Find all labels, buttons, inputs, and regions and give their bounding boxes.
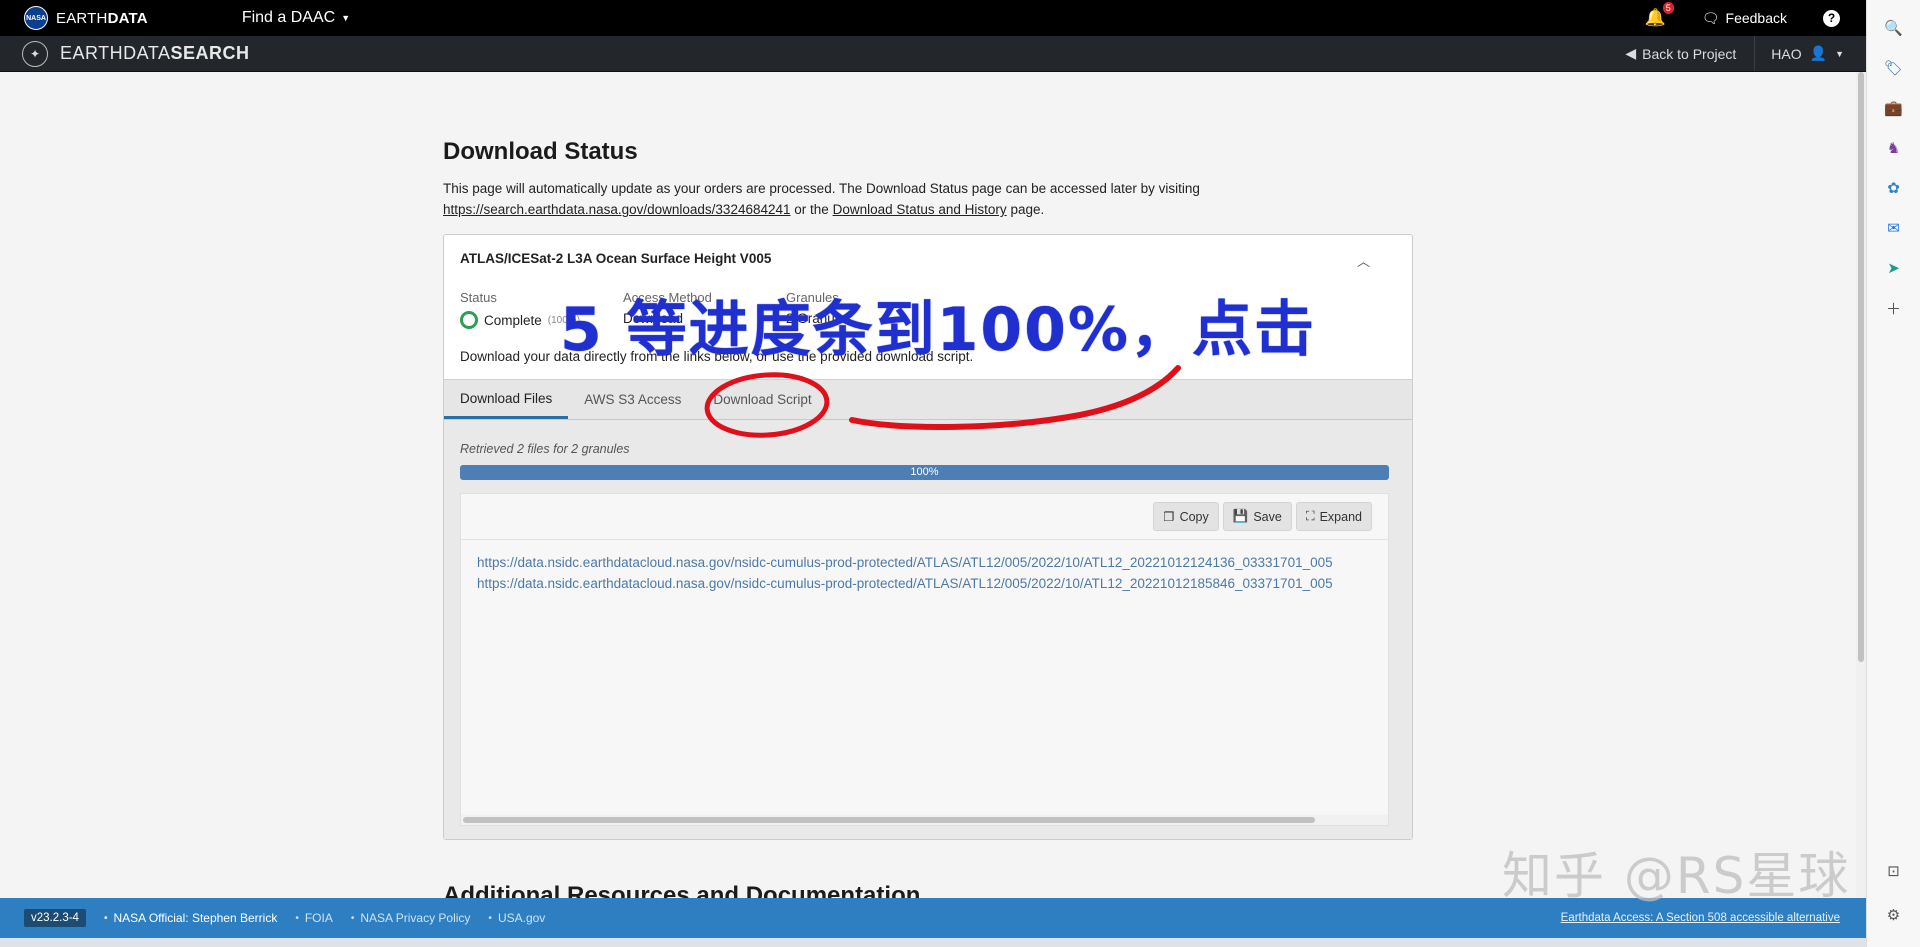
app-title-light: EARTHDATA bbox=[60, 43, 171, 63]
or-the-text: or the bbox=[794, 202, 829, 217]
games-icon[interactable]: ♞ bbox=[1884, 138, 1904, 158]
copy-button[interactable]: ❐ Copy bbox=[1153, 502, 1219, 531]
bullet-icon: • bbox=[295, 912, 299, 924]
user-menu-button[interactable]: HAO 👤 ▼ bbox=[1755, 45, 1866, 62]
main-content: Download Status This page will automatic… bbox=[443, 72, 1413, 840]
tab-download-files[interactable]: Download Files bbox=[444, 380, 569, 419]
save-button[interactable]: 💾 Save bbox=[1222, 502, 1292, 531]
intro-text: This page will automatically update as y… bbox=[443, 181, 1200, 196]
notifications-bell-icon[interactable]: 🔔 5 bbox=[1645, 2, 1674, 28]
privacy-policy-link[interactable]: NASA Privacy Policy bbox=[360, 911, 470, 925]
brand-light: EARTH bbox=[56, 9, 108, 27]
bullet-icon: • bbox=[488, 912, 492, 924]
browser-side-panel: 🔍 🏷 💼 ♞ ✿ ✉ ➤ ＋ ⊡ ⚙ bbox=[1866, 0, 1920, 947]
annotation-text: 5 等进度条到100%，点击 bbox=[560, 295, 1316, 365]
help-icon[interactable]: ? bbox=[1823, 9, 1840, 27]
search-icon[interactable]: 🔍 bbox=[1884, 18, 1904, 38]
chevron-up-icon[interactable]: ︿ bbox=[1357, 251, 1370, 270]
expand-button[interactable]: ⛶ Expand bbox=[1295, 502, 1372, 531]
outlook-icon[interactable]: ✉ bbox=[1884, 218, 1904, 238]
back-label: Back to Project bbox=[1642, 45, 1737, 62]
copy-label: Copy bbox=[1179, 509, 1209, 524]
bullet-icon: • bbox=[350, 912, 355, 924]
save-label: Save bbox=[1253, 509, 1282, 524]
earthdata-search-logo-icon[interactable]: ✦ bbox=[22, 40, 48, 67]
user-icon: 👤 bbox=[1809, 45, 1828, 61]
progress-bar-fill: 100% bbox=[460, 465, 1389, 480]
settings-gear-icon[interactable]: ⚙ bbox=[1884, 905, 1904, 925]
add-icon[interactable]: ＋ bbox=[1884, 298, 1904, 318]
send-icon[interactable]: ➤ bbox=[1884, 258, 1904, 278]
nasa-logo-icon[interactable]: NASA bbox=[24, 6, 48, 30]
app-title-bold: SEARCH bbox=[170, 43, 250, 63]
feedback-button[interactable]: 🗨 Feedback bbox=[1702, 10, 1787, 27]
caret-down-icon: ▼ bbox=[1835, 48, 1844, 59]
page-title: Download Status bbox=[443, 138, 638, 165]
download-link[interactable]: https://data.nsidc.earthdatacloud.nasa.g… bbox=[477, 573, 1372, 594]
page-word: page. bbox=[1010, 202, 1045, 217]
retrieved-files-text: Retrieved 2 files for 2 granules bbox=[460, 442, 630, 456]
screenshot-icon[interactable]: ⊡ bbox=[1884, 861, 1904, 881]
tab-aws-s3-access[interactable]: AWS S3 Access bbox=[568, 380, 697, 419]
earthdata-search-appbar: ✦ EARTHDATASEARCH ◀ Back to Project HAO 👤 ▼ bbox=[0, 36, 1866, 72]
horizontal-scroll-thumb[interactable] bbox=[463, 817, 1315, 823]
accessible-alternative-link[interactable]: Earthdata Access: A Section 508 accessib… bbox=[1561, 912, 1840, 924]
complete-ring-icon bbox=[460, 311, 478, 329]
intro-paragraph: This page will automatically update as y… bbox=[443, 178, 1413, 220]
earthdata-brand[interactable]: EARTHDATA bbox=[56, 10, 148, 27]
copilot-icon[interactable]: ✿ bbox=[1884, 178, 1904, 198]
download-links-box: ❐ Copy 💾 Save ⛶ Expand https://data.nsidc.e… bbox=[460, 493, 1389, 826]
expand-icon: ⛶ bbox=[1305, 509, 1315, 523]
find-daac-dropdown[interactable]: Find a DAAC ▼ bbox=[242, 9, 350, 27]
app-title[interactable]: EARTHDATASEARCH bbox=[60, 43, 250, 64]
additional-resources-heading: Additional Resources and Documentation bbox=[443, 882, 921, 898]
usagov-link[interactable]: USA.gov bbox=[498, 911, 545, 925]
caret-down-icon: ▼ bbox=[341, 13, 351, 23]
foia-link[interactable]: FOIA bbox=[305, 911, 333, 925]
back-to-project-button[interactable]: ◀ Back to Project bbox=[1607, 36, 1756, 71]
page-scrollbar[interactable] bbox=[1856, 72, 1866, 898]
save-icon: 💾 bbox=[1232, 509, 1249, 523]
copy-icon: ❐ bbox=[1163, 510, 1175, 524]
version-badge: v23.2.3-4 bbox=[24, 909, 86, 927]
download-history-link[interactable]: Download Status and History bbox=[833, 202, 1007, 217]
brand-bold: DATA bbox=[107, 9, 148, 27]
progress-bar: 100% bbox=[460, 465, 1389, 480]
tab-download-script[interactable]: Download Script bbox=[697, 380, 827, 419]
collection-title: ATLAS/ICESat-2 L3A Ocean Surface Height … bbox=[460, 251, 772, 266]
download-link[interactable]: https://data.nsidc.earthdatacloud.nasa.g… bbox=[477, 552, 1372, 573]
feedback-chat-icon: 🗨 bbox=[1701, 9, 1720, 26]
taskbar-strip bbox=[0, 938, 1920, 947]
download-files-panel: Retrieved 2 files for 2 granules 100% ❐ C… bbox=[444, 420, 1412, 839]
download-url-link[interactable]: https://search.earthdata.nasa.gov/downlo… bbox=[443, 202, 791, 217]
feedback-label: Feedback bbox=[1725, 10, 1787, 26]
arrow-left-circle-icon: ◀ bbox=[1625, 45, 1637, 61]
status-value: Complete bbox=[484, 312, 542, 328]
horizontal-scrollbar[interactable] bbox=[461, 815, 1388, 825]
page-scroll-thumb[interactable] bbox=[1858, 72, 1864, 662]
briefcase-icon[interactable]: 💼 bbox=[1884, 98, 1904, 118]
earthdata-topbar: NASA EARTHDATA Find a DAAC ▼ 🔔 5 🗨 Feedback… bbox=[0, 0, 1866, 36]
tag-icon[interactable]: 🏷 bbox=[1884, 58, 1904, 78]
download-tabs: Download Files AWS S3 Access Download Sc… bbox=[444, 379, 1412, 420]
bullet-icon: • bbox=[103, 912, 108, 924]
download-links-list: https://data.nsidc.earthdatacloud.nasa.g… bbox=[461, 540, 1388, 606]
nasa-official: NASA Official: Stephen Berrick bbox=[113, 911, 278, 925]
watermark: 知乎 @RS星球 bbox=[1502, 847, 1851, 905]
user-name: HAO bbox=[1771, 45, 1802, 62]
find-daac-label: Find a DAAC bbox=[241, 9, 336, 26]
expand-label: Expand bbox=[1319, 509, 1362, 524]
notification-count-badge: 5 bbox=[1662, 2, 1674, 14]
